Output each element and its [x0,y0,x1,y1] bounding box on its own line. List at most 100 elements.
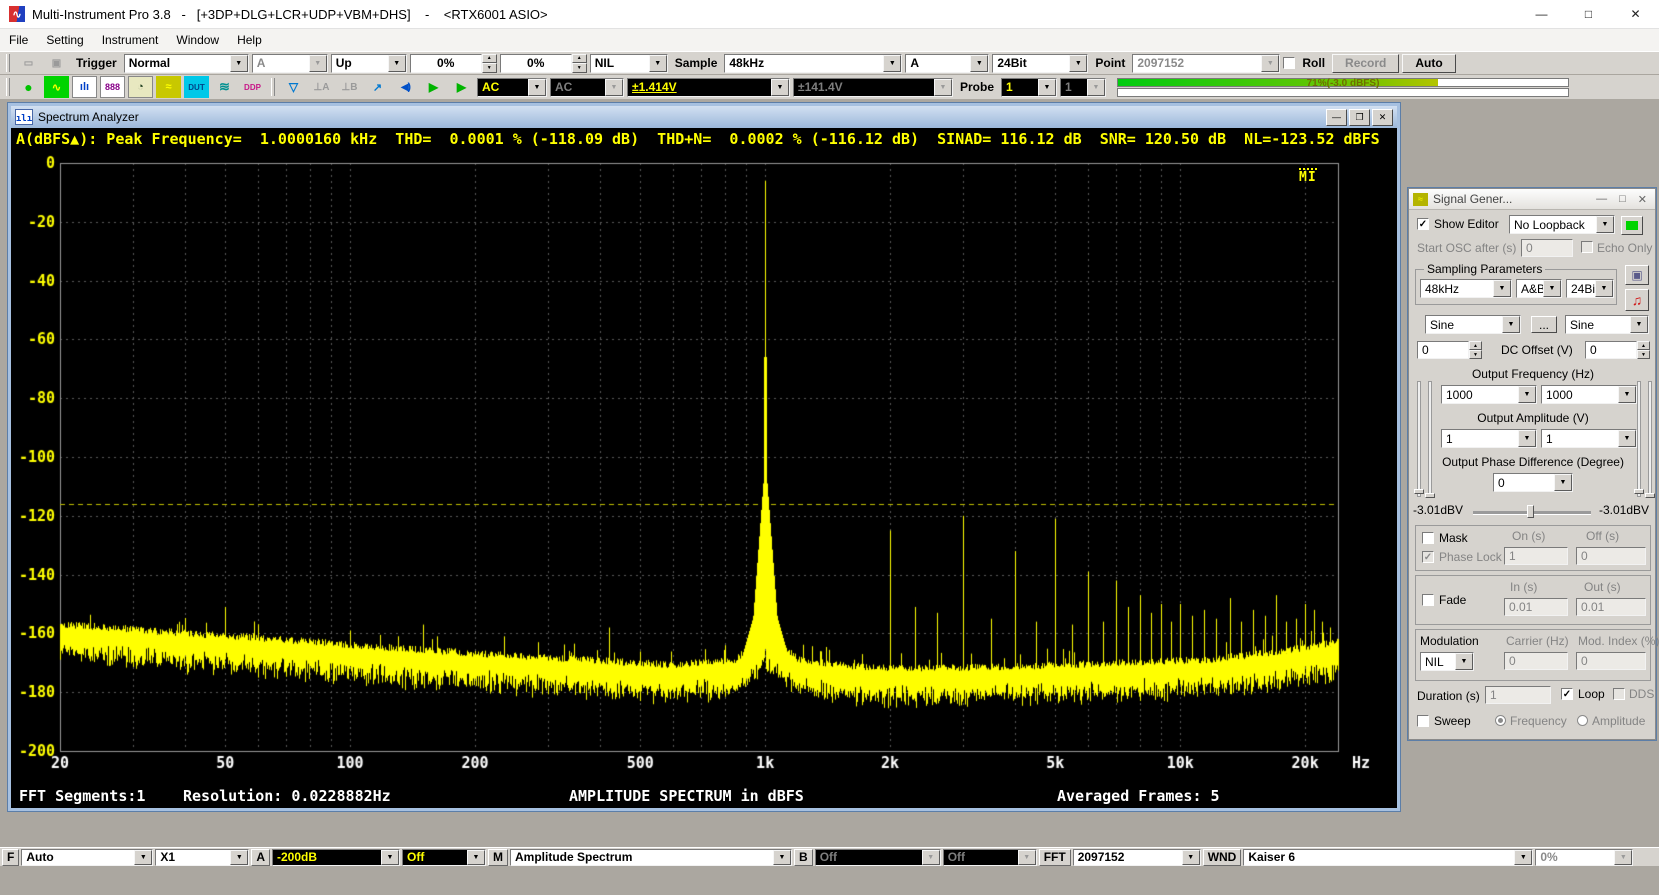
chevron-down-icon[interactable]: ▼ [1630,316,1648,333]
spin-down-icon[interactable]: ▼ [482,63,497,73]
coupling-a-combo[interactable]: AC▼ [477,78,547,97]
close-button[interactable]: ✕ [1638,193,1647,206]
waveform-a-combo[interactable]: Sine▼ [1425,315,1521,334]
chevron-down-icon[interactable]: ▼ [1618,386,1636,403]
amplitude-a-combo[interactable]: 1▼ [1441,429,1537,448]
minimize-button[interactable]: — [1326,109,1347,126]
loop-checkbox[interactable]: ✓ [1561,688,1573,700]
signal-generator-icon[interactable]: ≈ [156,76,181,98]
level-slider-a1[interactable] [1417,381,1421,497]
chevron-down-icon[interactable]: ▼ [230,55,248,72]
chevron-down-icon[interactable]: ▼ [1182,850,1200,865]
chevron-down-icon[interactable]: ▼ [1514,850,1532,865]
mask-checkbox[interactable] [1422,532,1434,544]
sound-device-icon[interactable]: ◀) [393,76,418,98]
bit-depth-combo[interactable]: 24Bit▼ [992,54,1088,73]
slider-handle[interactable] [1414,489,1424,494]
trigger-nil-combo[interactable]: NIL▼ [590,54,668,73]
roll-checkbox[interactable] [1283,57,1295,69]
chevron-down-icon[interactable]: ▼ [467,850,485,865]
run-play-icon[interactable]: ▶ [421,76,446,98]
menu-file[interactable]: File [0,29,37,51]
chevron-down-icon[interactable]: ▼ [528,79,546,96]
balance-slider-handle[interactable] [1527,505,1534,518]
sg-channels-combo[interactable]: A&B▼ [1516,279,1562,298]
close-button[interactable]: ✕ [1372,109,1393,126]
chevron-down-icon[interactable]: ▼ [1554,474,1572,491]
trigger-delay-spinner[interactable]: 0%▲▼ [500,54,587,73]
spin-up-icon[interactable]: ▲ [1637,341,1650,350]
menu-setting[interactable]: Setting [37,29,92,51]
spin-up-icon[interactable]: ▲ [482,54,497,64]
dc-offset-a-field[interactable]: 0 [1417,341,1469,359]
auto-button[interactable]: Auto [1402,54,1455,73]
save-file-icon[interactable]: ▣ [44,52,69,74]
multimeter-icon[interactable]: 888 [100,76,125,98]
generator-on-button[interactable] [1621,216,1643,235]
oscilloscope-icon[interactable]: ∿ [44,76,69,98]
calibration-probe-icon[interactable]: ↗ [365,76,390,98]
range-a-combo[interactable]: ±1.414V▼ [627,78,790,97]
run-icon[interactable]: ● [16,76,41,98]
chevron-down-icon[interactable]: ▼ [1038,79,1056,96]
chevron-down-icon[interactable]: ▼ [388,55,406,72]
sampling-channel-combo[interactable]: A▼ [905,54,989,73]
input-switch-icon[interactable]: ▽ [281,76,306,98]
sg-bits-combo[interactable]: 24Bit▼ [1566,279,1614,298]
spectrum-window-titlebar[interactable]: ılı Spectrum Analyzer — ❐ ✕ [11,106,1397,128]
spin-down-icon[interactable]: ▼ [572,63,587,73]
phase-combo[interactable]: 0▼ [1493,473,1573,492]
loopback-play-icon[interactable]: ▶ [449,76,474,98]
chevron-down-icon[interactable]: ▼ [381,850,399,865]
close-button[interactable]: ✕ [1612,0,1659,28]
slider-handle[interactable] [1425,493,1435,498]
ddp-viewer-icon[interactable]: DDP [240,76,265,98]
spin-down-icon[interactable]: ▼ [1637,350,1650,359]
device-test-plan-icon[interactable]: DUT [184,76,209,98]
chevron-down-icon[interactable]: ▼ [1493,280,1511,297]
chevron-down-icon[interactable]: ▼ [771,79,789,96]
level-slider-b2[interactable] [1648,381,1652,497]
chevron-down-icon[interactable]: ▼ [1069,55,1087,72]
toolbar-grip[interactable] [6,54,10,72]
level-slider-b1[interactable] [1637,381,1641,497]
spin-down-icon[interactable]: ▼ [1469,350,1482,359]
sg-sampling-rate-combo[interactable]: 48kHz▼ [1420,279,1512,298]
more-options-button[interactable]: ... [1531,316,1557,333]
trigger-edge-combo[interactable]: Up▼ [331,54,407,73]
open-file-icon[interactable]: ▭ [16,52,41,74]
modulation-combo[interactable]: NIL▼ [1420,652,1474,671]
spin-up-icon[interactable]: ▲ [1469,341,1482,350]
probe-a-combo[interactable]: 1▼ [1001,78,1057,97]
waveform-b-combo[interactable]: Sine▼ [1565,315,1649,334]
chevron-down-icon[interactable]: ▼ [1518,386,1536,403]
maximize-button[interactable]: □ [1565,0,1612,28]
chevron-down-icon[interactable]: ▼ [1596,216,1614,233]
slider-handle[interactable] [1645,493,1655,498]
chevron-down-icon[interactable]: ▼ [134,850,152,865]
show-editor-checkbox[interactable]: ✓ [1417,218,1429,230]
maximize-button[interactable]: ❐ [1349,109,1370,126]
chevron-down-icon[interactable]: ▼ [883,55,901,72]
sweep-checkbox[interactable] [1417,715,1429,727]
spin-up-icon[interactable]: ▲ [572,54,587,64]
chevron-down-icon[interactable]: ▼ [649,55,667,72]
sampling-rate-combo[interactable]: 48kHz▼ [724,54,902,73]
dc-offset-b-field[interactable]: 0 [1585,341,1637,359]
chevron-down-icon[interactable]: ▼ [1518,430,1536,447]
toolbar-grip[interactable] [6,78,10,96]
spectrum-3d-plot-icon[interactable]: ◔ [128,76,153,98]
signal-generator-titlebar[interactable]: ≈ Signal Gener... — □ ✕ [1409,189,1655,210]
chevron-down-icon[interactable]: ▼ [1595,280,1613,297]
minimize-button[interactable]: — [1596,193,1607,206]
loopback-combo[interactable]: No Loopback▼ [1509,215,1615,234]
chevron-down-icon[interactable]: ▼ [1502,316,1520,333]
spectrum-plot-canvas[interactable] [11,150,1397,770]
music-notes-button[interactable]: ♫ [1625,289,1649,311]
chevron-down-icon[interactable]: ▼ [230,850,248,865]
menu-instrument[interactable]: Instrument [93,29,168,51]
minimize-button[interactable]: — [1518,0,1565,28]
save-signal-button[interactable]: ▣ [1625,265,1649,285]
spectrum-analyzer-icon[interactable]: ılı [72,76,97,98]
slider-handle[interactable] [1634,489,1644,494]
